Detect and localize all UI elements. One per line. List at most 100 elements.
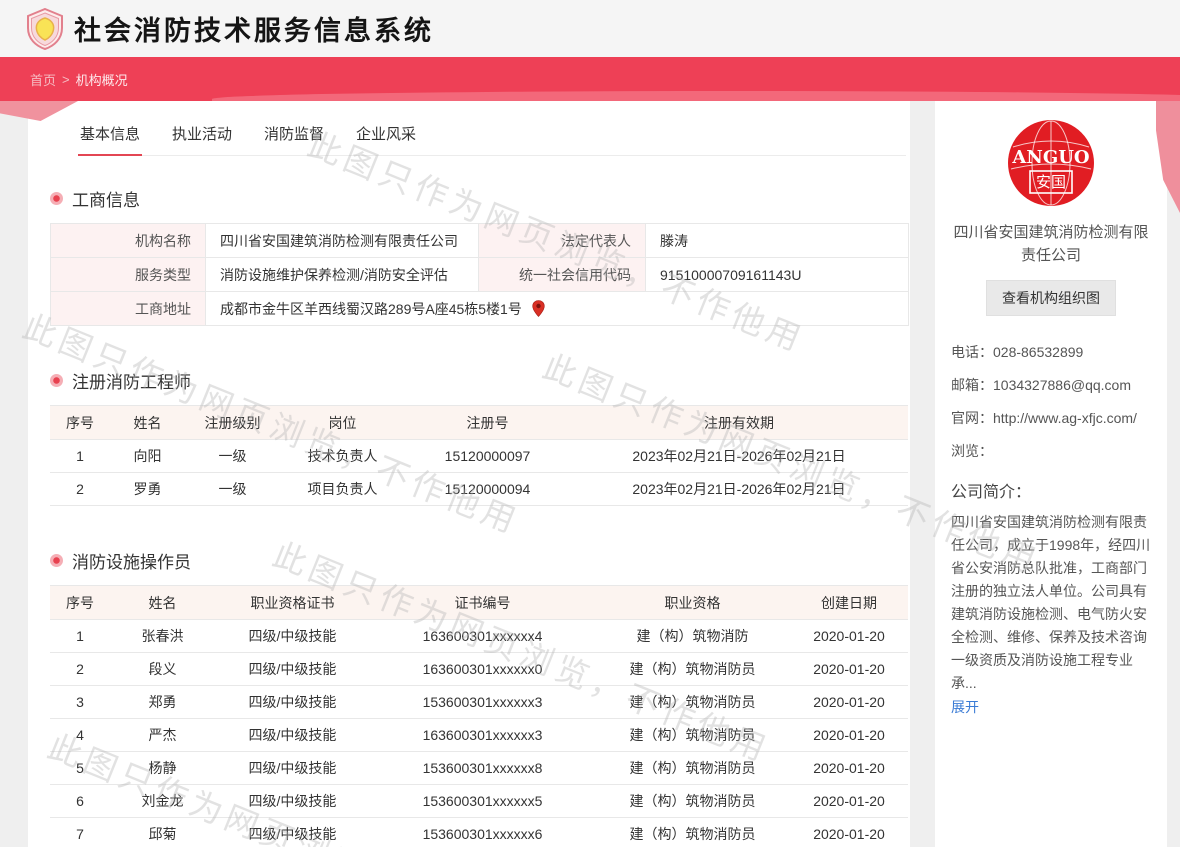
address-text: 成都市金牛区羊西线蜀汉路289号A座45栋5楼1号 bbox=[220, 299, 522, 319]
company-intro-title: 公司简介： bbox=[951, 478, 1151, 502]
logo-text-en: ANGUO bbox=[1011, 147, 1089, 168]
column-header: 注册有效期 bbox=[570, 406, 908, 440]
map-pin-icon[interactable] bbox=[532, 300, 545, 317]
table-cell: 153600301xxxxxx3 bbox=[370, 686, 595, 719]
table-cell: 张春洪 bbox=[110, 620, 215, 653]
table-cell: 3 bbox=[50, 686, 110, 719]
company-sidebar: ANGUO 安国 四川省安国建筑消防检测有限责任公司 查看机构组织图 电话： 0… bbox=[935, 101, 1167, 847]
table-cell: 建（构）筑物消防员 bbox=[595, 653, 790, 686]
operators-table: 序号 姓名 职业资格证书 证书编号 职业资格 创建日期 1 张春洪 四级/中级技… bbox=[50, 585, 908, 847]
section-bullet-icon bbox=[50, 554, 63, 567]
email-row: 邮箱： 1034327886@qq.com bbox=[951, 375, 1151, 396]
app-header: 社会消防技术服务信息系统 bbox=[0, 0, 1180, 57]
table-row: 2 罗勇 一级 项目负责人 15120000094 2023年02月21日-20… bbox=[50, 473, 908, 506]
section-business-info: 工商信息 bbox=[50, 186, 910, 211]
section-title-text: 注册消防工程师 bbox=[72, 368, 191, 393]
column-header: 注册级别 bbox=[185, 406, 280, 440]
phone-label: 电话： bbox=[951, 342, 993, 363]
table-cell: 四级/中级技能 bbox=[215, 686, 370, 719]
expand-link[interactable]: 展开 bbox=[951, 697, 979, 717]
contact-list: 电话： 028-86532899 邮箱： 1034327886@qq.com 官… bbox=[951, 342, 1151, 462]
phone-value: 028-86532899 bbox=[993, 342, 1083, 363]
table-cell: 2020-01-20 bbox=[790, 818, 908, 847]
table-cell: 四级/中级技能 bbox=[215, 818, 370, 847]
table-cell: 4 bbox=[50, 719, 110, 752]
section-facility-operators: 消防设施操作员 bbox=[50, 548, 910, 573]
tab-company-showcase[interactable]: 企业风采 bbox=[354, 115, 418, 155]
tab-practice-activity[interactable]: 执业活动 bbox=[170, 115, 234, 155]
table-row: 5 杨静 四级/中级技能 153600301xxxxxx8 建（构）筑物消防员 … bbox=[50, 752, 908, 785]
table-row: 7 邱菊 四级/中级技能 153600301xxxxxx6 建（构）筑物消防员 … bbox=[50, 818, 908, 847]
engineers-table: 序号 姓名 注册级别 岗位 注册号 注册有效期 1 向阳 一级 技术负责人 15… bbox=[50, 405, 908, 506]
table-cell: 四级/中级技能 bbox=[215, 620, 370, 653]
table-cell: 段义 bbox=[110, 653, 215, 686]
business-info-table: 机构名称 四川省安国建筑消防检测有限责任公司 法定代表人 滕涛 服务类型 消防设… bbox=[50, 223, 909, 326]
field-label: 服务类型 bbox=[51, 258, 206, 292]
views-label: 浏览： bbox=[951, 441, 993, 462]
table-cell: 郑勇 bbox=[110, 686, 215, 719]
website-value[interactable]: http://www.ag-xfjc.com/ bbox=[993, 408, 1137, 429]
column-header: 创建日期 bbox=[790, 586, 908, 620]
website-row: 官网： http://www.ag-xfjc.com/ bbox=[951, 408, 1151, 429]
field-label: 工商地址 bbox=[51, 292, 206, 326]
column-header: 姓名 bbox=[110, 406, 185, 440]
table-cell: 建（构）筑物消防员 bbox=[595, 785, 790, 818]
table-header-row: 序号 姓名 注册级别 岗位 注册号 注册有效期 bbox=[50, 406, 908, 440]
field-value: 消防设施维护保养检测/消防安全评估 bbox=[206, 258, 479, 292]
table-cell: 杨静 bbox=[110, 752, 215, 785]
email-label: 邮箱： bbox=[951, 375, 993, 396]
table-cell: 严杰 bbox=[110, 719, 215, 752]
table-cell: 1 bbox=[50, 440, 110, 473]
breadcrumb-current: 机构概况 bbox=[76, 70, 128, 89]
table-cell: 6 bbox=[50, 785, 110, 818]
table-cell: 2020-01-20 bbox=[790, 653, 908, 686]
content-area: 基本信息 执业活动 消防监督 企业风采 工商信息 机构名称 四川省安国建筑消防检… bbox=[0, 101, 1180, 847]
tab-basic-info[interactable]: 基本信息 bbox=[78, 115, 142, 156]
shield-logo-icon bbox=[26, 8, 64, 50]
table-cell: 2023年02月21日-2026年02月21日 bbox=[570, 440, 908, 473]
table-cell: 一级 bbox=[185, 440, 280, 473]
table-row: 1 向阳 一级 技术负责人 15120000097 2023年02月21日-20… bbox=[50, 440, 908, 473]
table-cell: 1 bbox=[50, 620, 110, 653]
section-bullet-icon bbox=[50, 192, 63, 205]
banner bbox=[0, 57, 1180, 101]
table-cell: 建（构）筑物消防 bbox=[595, 620, 790, 653]
table-cell: 技术负责人 bbox=[280, 440, 405, 473]
table-row: 3 郑勇 四级/中级技能 153600301xxxxxx3 建（构）筑物消防员 … bbox=[50, 686, 908, 719]
main-panel: 基本信息 执业活动 消防监督 企业风采 工商信息 机构名称 四川省安国建筑消防检… bbox=[28, 101, 910, 847]
table-cell: 2023年02月21日-2026年02月21日 bbox=[570, 473, 908, 506]
field-value: 四川省安国建筑消防检测有限责任公司 bbox=[206, 224, 479, 258]
table-cell: 163600301xxxxxx0 bbox=[370, 653, 595, 686]
table-cell: 一级 bbox=[185, 473, 280, 506]
breadcrumb-home-link[interactable]: 首页 bbox=[30, 70, 56, 89]
table-cell: 建（构）筑物消防员 bbox=[595, 818, 790, 847]
table-cell: 2020-01-20 bbox=[790, 620, 908, 653]
table-cell: 2020-01-20 bbox=[790, 752, 908, 785]
column-header: 职业资格证书 bbox=[215, 586, 370, 620]
table-cell: 建（构）筑物消防员 bbox=[595, 752, 790, 785]
table-cell: 2020-01-20 bbox=[790, 686, 908, 719]
table-cell: 向阳 bbox=[110, 440, 185, 473]
section-registered-engineers: 注册消防工程师 bbox=[50, 368, 910, 393]
phone-row: 电话： 028-86532899 bbox=[951, 342, 1151, 363]
tab-bar: 基本信息 执业活动 消防监督 企业风采 bbox=[78, 101, 906, 156]
table-cell: 153600301xxxxxx8 bbox=[370, 752, 595, 785]
company-intro-text: 四川省安国建筑消防检测有限责任公司，成立于1998年，经四川省公安消防总队批准，… bbox=[951, 511, 1151, 695]
table-cell: 建（构）筑物消防员 bbox=[595, 686, 790, 719]
table-cell: 邱菊 bbox=[110, 818, 215, 847]
view-org-chart-button[interactable]: 查看机构组织图 bbox=[986, 280, 1116, 316]
table-cell: 153600301xxxxxx6 bbox=[370, 818, 595, 847]
field-label: 机构名称 bbox=[51, 224, 206, 258]
table-row: 6 刘金龙 四级/中级技能 153600301xxxxxx5 建（构）筑物消防员… bbox=[50, 785, 908, 818]
table-cell: 7 bbox=[50, 818, 110, 847]
table-header-row: 序号 姓名 职业资格证书 证书编号 职业资格 创建日期 bbox=[50, 586, 908, 620]
column-header: 序号 bbox=[50, 586, 110, 620]
tab-fire-supervision[interactable]: 消防监督 bbox=[262, 115, 326, 155]
table-cell: 163600301xxxxxx4 bbox=[370, 620, 595, 653]
company-logo-anguo: ANGUO 安国 bbox=[1007, 119, 1095, 207]
table-row: 机构名称 四川省安国建筑消防检测有限责任公司 法定代表人 滕涛 bbox=[51, 224, 909, 258]
table-cell: 2 bbox=[50, 653, 110, 686]
company-name: 四川省安国建筑消防检测有限责任公司 bbox=[951, 221, 1151, 267]
table-cell: 153600301xxxxxx5 bbox=[370, 785, 595, 818]
table-cell: 2020-01-20 bbox=[790, 785, 908, 818]
